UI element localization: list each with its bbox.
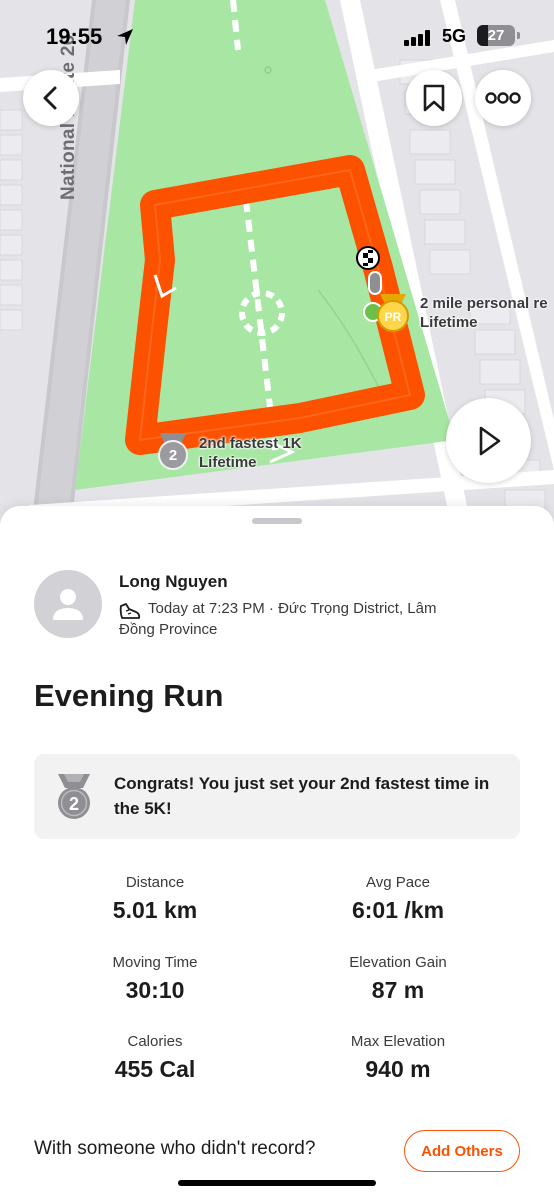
pr-badge-text: PR: [385, 310, 402, 324]
sheet-grabber[interactable]: [252, 518, 302, 524]
stat-label: Max Elevation: [350, 1033, 446, 1050]
stat-value: 940 m: [365, 1056, 431, 1082]
activity-title: Evening Run: [34, 678, 224, 713]
add-others-button[interactable]: Add Others: [404, 1130, 520, 1172]
athlete-name[interactable]: Long Nguyen: [119, 572, 228, 592]
battery-tip: [517, 32, 520, 39]
battery-fill: [477, 25, 488, 46]
chevron-left-icon: [43, 86, 57, 110]
stat-value: 30:10: [125, 977, 185, 1003]
medal-badge-text: 2: [169, 447, 177, 464]
person-icon: [53, 589, 83, 620]
silver-medal-icon: 2: [58, 774, 90, 819]
stat-value: 6:01 /km: [351, 897, 445, 923]
svg-text:PR: PR: [385, 310, 402, 324]
status-time: 19:55: [46, 24, 103, 49]
location-arrow-icon: [117, 29, 133, 45]
pr-label-line2: Lifetime: [420, 314, 478, 331]
back-button[interactable]: [23, 70, 79, 126]
network-type: 5G: [442, 26, 467, 46]
more-options-button[interactable]: [475, 70, 531, 126]
svg-text:2: 2: [169, 447, 177, 464]
finish-flag-icon: [356, 246, 380, 270]
stat-max-elevation: Max Elevation 940 m: [298, 1033, 498, 1083]
pr-label-line1: 2 mile personal re: [420, 295, 548, 312]
battery-icon: 27: [477, 25, 515, 46]
activity-sheet[interactable]: Long Nguyen Today at 7:23 PM · Đức Trọng…: [0, 506, 554, 1200]
signal-icon: [404, 30, 430, 46]
pr-map-label: 2 mile personal re Lifetime: [420, 294, 548, 332]
stat-label: Calories: [127, 1033, 183, 1050]
stat-avg-pace: Avg Pace 6:01 /km: [298, 874, 498, 924]
status-bar: 19:55 5G 27: [0, 0, 554, 70]
bookmark-button[interactable]: [406, 70, 462, 126]
stat-elevation-gain: Elevation Gain 87 m: [298, 954, 498, 1004]
stat-label: Elevation Gain: [349, 954, 447, 971]
stat-label: Moving Time: [112, 954, 198, 971]
bookmark-icon: [423, 84, 445, 112]
achievement-banner[interactable]: 2 Congrats! You just set your 2nd fastes…: [34, 754, 520, 839]
achievement-message: Congrats! You just set your 2nd fastest …: [114, 774, 490, 818]
home-indicator[interactable]: [178, 1180, 376, 1186]
svg-text:2: 2: [69, 794, 79, 814]
second-label-line1: 2nd fastest 1K: [199, 435, 302, 452]
stat-value: 5.01 km: [112, 897, 198, 923]
battery-level: 27: [487, 27, 505, 44]
stat-distance: Distance 5.01 km: [55, 874, 255, 924]
activity-meta: Today at 7:23 PM · Đức Trọng District, L…: [119, 600, 437, 638]
stat-moving-time: Moving Time 30:10: [55, 954, 255, 1004]
stat-label: Distance: [125, 874, 185, 891]
add-others-prompt: With someone who didn't record?: [34, 1138, 316, 1159]
second-fastest-map-label: 2nd fastest 1K Lifetime: [199, 434, 302, 472]
stat-calories: Calories 455 Cal: [55, 1033, 255, 1083]
play-icon: [479, 426, 500, 455]
more-dots-icon: [485, 92, 521, 104]
stat-value: 87 m: [371, 977, 425, 1003]
avatar[interactable]: [34, 570, 102, 638]
second-label-line2: Lifetime: [199, 454, 257, 471]
play-flyover-button[interactable]: [446, 398, 531, 483]
route-map[interactable]: National Route 20 PR 2 2 mile personal r…: [0, 0, 554, 560]
stat-value: 455 Cal: [114, 1056, 196, 1082]
stat-label: Avg Pace: [366, 874, 430, 891]
